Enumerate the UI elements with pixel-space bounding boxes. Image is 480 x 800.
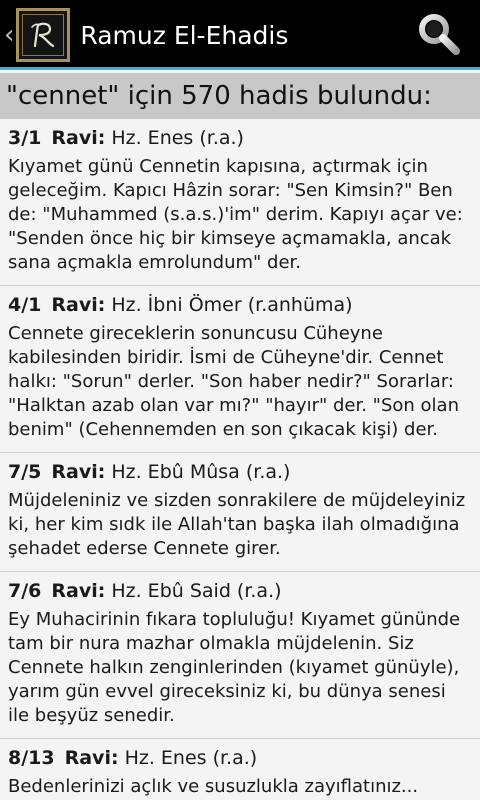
narrator: Hz. Ebû Said (r.a.) bbox=[111, 580, 282, 602]
list-item[interactable]: 4/1 Ravi: Hz. İbni Ömer (r.anhüma) Cennete… bbox=[0, 286, 480, 453]
ravi-label: Ravi: bbox=[51, 461, 106, 483]
search-button[interactable] bbox=[414, 10, 464, 60]
hadith-ref: 7/6 bbox=[8, 580, 42, 602]
list-item[interactable]: 7/5 Ravi: Hz. Ebû Mûsa (r.a.) Müjdeleniniz… bbox=[0, 453, 480, 572]
narrator: Hz. Enes (r.a.) bbox=[111, 127, 244, 149]
hadith-list[interactable]: 3/1 Ravi: Hz. Enes (r.a.) Kıyamet günü Cen… bbox=[0, 119, 480, 800]
search-icon bbox=[419, 14, 460, 55]
narrator: Hz. Ebû Mûsa (r.a.) bbox=[111, 461, 291, 483]
chevron-left-icon: ‹ bbox=[4, 20, 15, 50]
narrator: Hz. Enes (r.a.) bbox=[124, 747, 258, 769]
action-bar: ‹ Ramuz El-Ehadis bbox=[0, 0, 480, 70]
ravi-label: Ravi: bbox=[51, 580, 106, 602]
hadith-text: Müjdeleniniz ve sizden sonrakilere de mü… bbox=[8, 490, 466, 559]
ravi-label: Ravi: bbox=[51, 294, 106, 316]
hadith-ref: 3/1 bbox=[8, 127, 42, 149]
app-title: Ramuz El-Ehadis bbox=[80, 20, 289, 50]
narrator: Hz. İbni Ömer (r.anhüma) bbox=[111, 294, 353, 316]
hadith-ref: 8/13 bbox=[8, 747, 55, 769]
hadith-ref: 4/1 bbox=[8, 294, 42, 316]
list-item[interactable]: 7/6 Ravi: Hz. Ebû Said (r.a.) Ey Muhacirin… bbox=[0, 572, 480, 739]
list-item[interactable]: 3/1 Ravi: Hz. Enes (r.a.) Kıyamet günü Cen… bbox=[0, 119, 480, 286]
hadith-text: Ey Muhacirinin fıkara topluluğu! Kıyamet… bbox=[8, 609, 461, 726]
ravi-label: Ravi: bbox=[64, 747, 119, 769]
app-home-button[interactable]: ‹ bbox=[0, 0, 71, 70]
hadith-ref: 7/5 bbox=[8, 461, 42, 483]
ravi-label: Ravi: bbox=[51, 127, 106, 149]
list-item[interactable]: 8/13 Ravi: Hz. Enes (r.a.) Bedenlerinizi a… bbox=[0, 739, 480, 800]
app-logo bbox=[16, 8, 71, 62]
search-result-summary: "cennet" için 570 hadis bulundu: bbox=[0, 73, 480, 119]
hadith-text: Kıyamet günü Cennetin kapısına, açtırmak… bbox=[8, 156, 463, 273]
logo-monogram-icon bbox=[31, 22, 55, 48]
hadith-text: Cennete gireceklerin sonuncusu Cüheyne k… bbox=[8, 323, 459, 440]
hadith-text: Bedenlerinizi açlık ve susuzlukla zayıfl… bbox=[8, 776, 419, 797]
